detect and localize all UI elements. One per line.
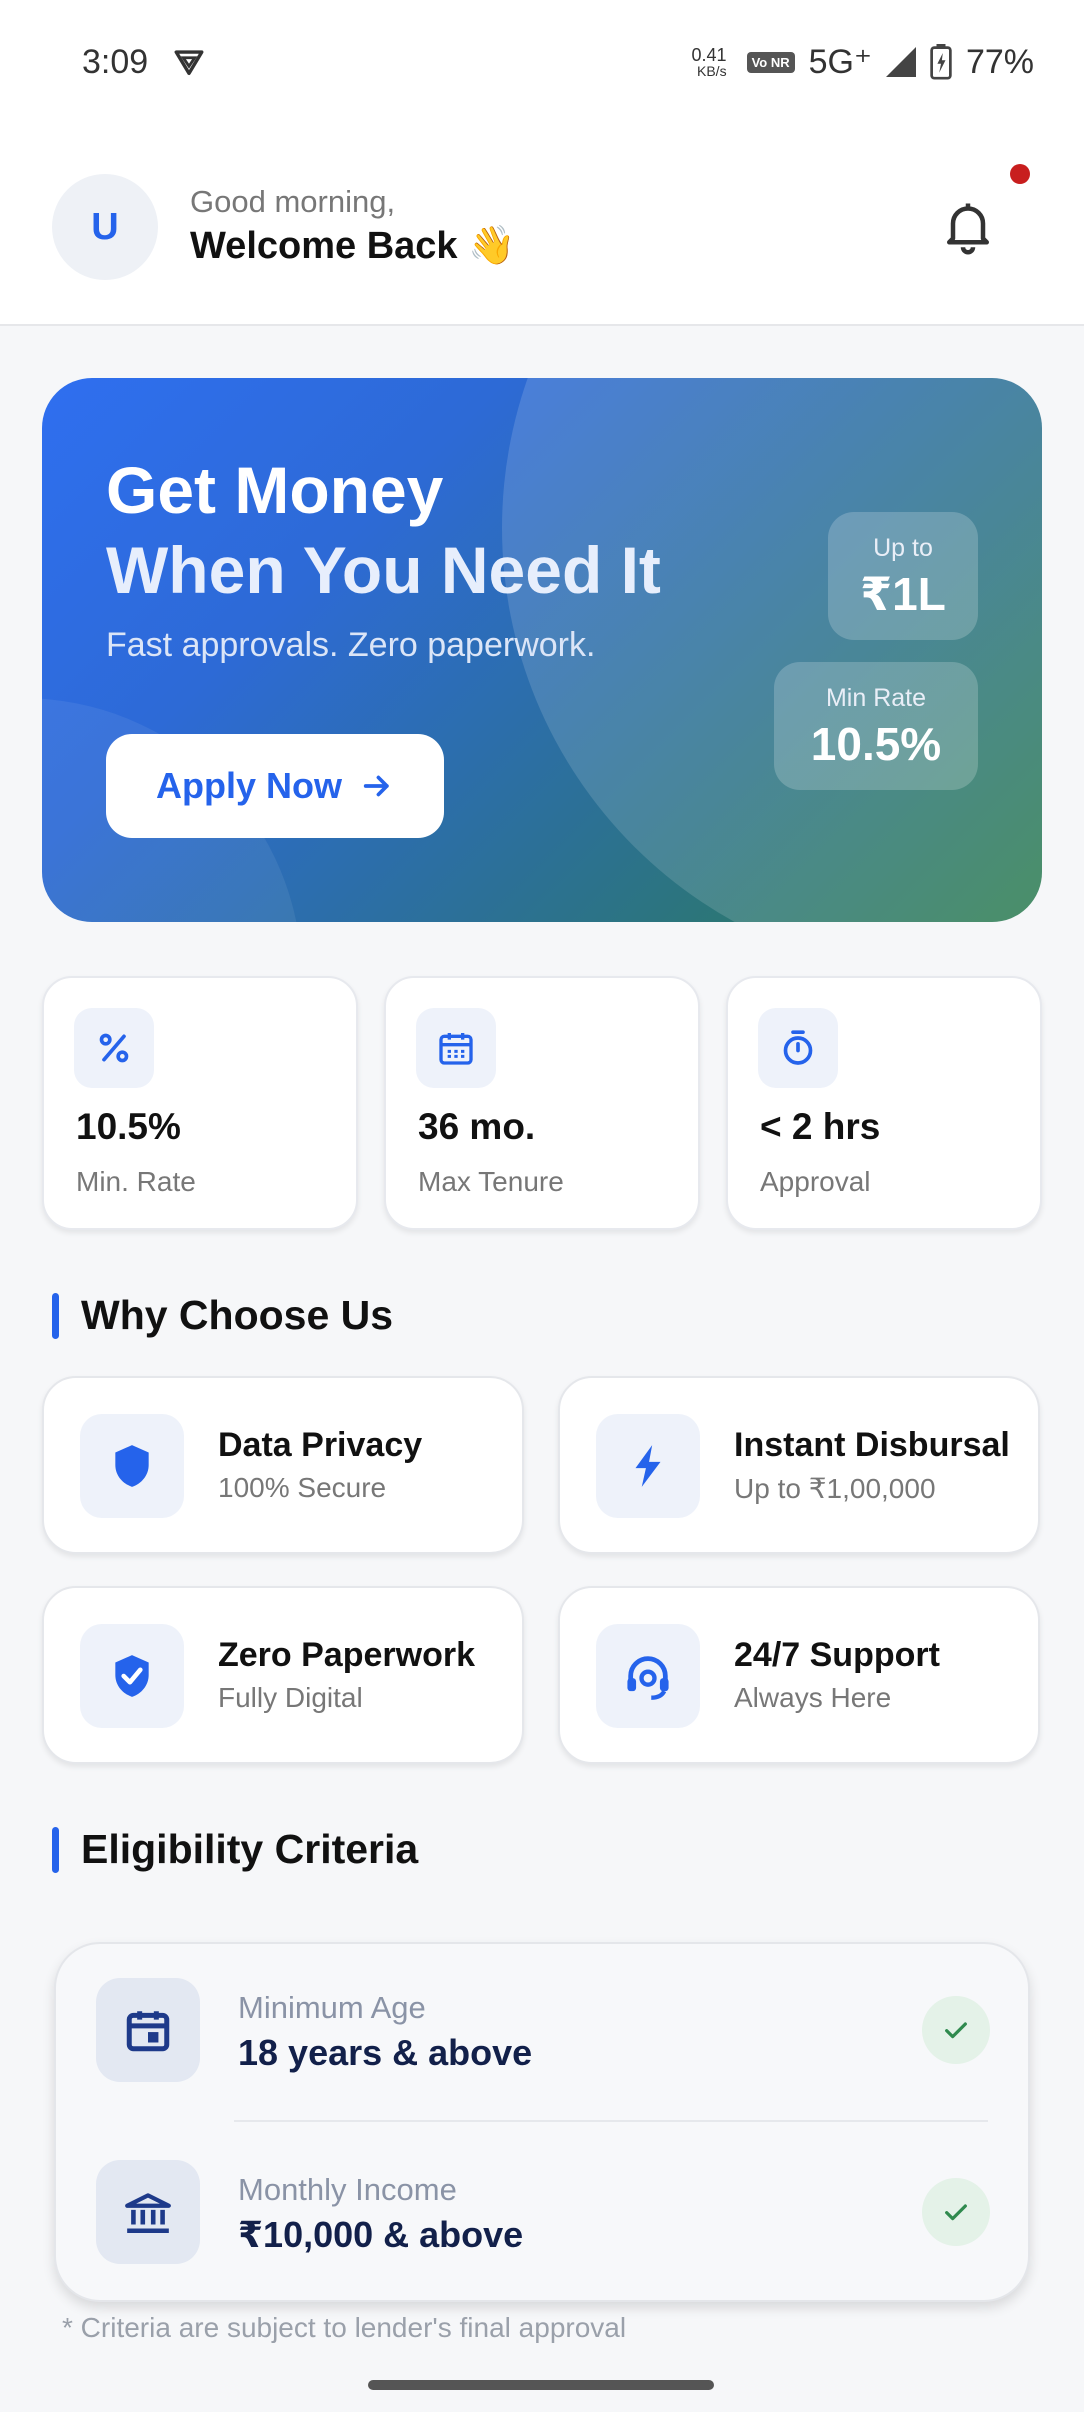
notification-dot [1010,164,1030,184]
battery-icon [930,44,952,80]
upto-value: ₹1L [860,568,946,620]
vonr-badge: Vo NR [746,51,795,73]
hero-banner: Get Money When You Need It Fast approval… [42,378,1042,922]
upto-pill: Up to ₹1L [828,512,978,640]
lightning-icon [596,1414,700,1518]
timer-icon [758,1008,838,1088]
percent-icon [74,1008,154,1088]
greeting-text: Good morning, [190,184,396,219]
stat-card-tenure: 36 mo. Max Tenure [384,976,700,1230]
welcome-title: Welcome Back 👋 [190,225,516,267]
app-header: U Good morning, Welcome Back 👋 [0,124,1084,326]
calendar-icon [416,1008,496,1088]
check-icon [922,1996,990,2064]
stat-label: Min. Rate [76,1166,196,1197]
stat-label: Max Tenure [418,1166,564,1197]
eligibility-card: Minimum Age 18 years & above Monthly Inc… [54,1942,1030,2302]
section-title-eligibility: Eligibility Criteria [52,1826,418,1873]
avatar[interactable]: U [52,174,158,280]
headset-icon [596,1624,700,1728]
home-indicator[interactable] [368,2380,714,2390]
stat-label: Approval [760,1166,871,1197]
shield-icon [80,1414,184,1518]
stat-card-rate: 10.5% Min. Rate [42,976,358,1230]
eligibility-label: Minimum Age [238,1990,426,2025]
feature-title: Data Privacy [218,1426,423,1464]
status-time: 3:09 [82,42,149,81]
section-title-text: Eligibility Criteria [81,1826,419,1872]
minrate-label: Min Rate [825,684,927,712]
stat-value: 10.5% [76,1106,181,1147]
feature-card-privacy[interactable]: Data Privacy 100% Secure [42,1376,524,1554]
minrate-pill: Min Rate 10.5% [774,662,978,790]
bank-icon [96,2160,200,2264]
check-icon [922,2178,990,2246]
section-accent-bar [52,1292,59,1339]
feature-title: 24/7 Support [734,1636,940,1674]
network-type: 5G⁺ [808,43,872,81]
apply-now-button[interactable]: Apply Now [106,734,444,838]
row-divider [234,2120,988,2122]
section-accent-bar [52,1826,59,1873]
feature-subtitle: Always Here [734,1682,892,1713]
stat-value: < 2 hrs [760,1106,881,1147]
section-title-text: Why Choose Us [81,1292,394,1338]
apply-now-label: Apply Now [156,765,342,806]
calendar-icon [96,1978,200,2082]
eligibility-value: ₹10,000 & above [238,2214,524,2255]
feature-subtitle: Fully Digital [218,1682,363,1713]
eligibility-label: Monthly Income [238,2172,457,2207]
feature-title: Zero Paperwork [218,1636,475,1674]
screen: 3:09 0.41 KB/s Vo NR 5G⁺ 77% U Good morn… [0,0,1084,2412]
feature-card-paperwork[interactable]: Zero Paperwork Fully Digital [42,1586,524,1764]
hero-subtitle: Fast approvals. Zero paperwork. [106,626,596,664]
upto-label: Up to [873,534,933,562]
feature-card-disbursal[interactable]: Instant Disbursal Up to ₹1,00,000 [558,1376,1040,1554]
bell-icon[interactable] [938,196,998,256]
section-title-why: Why Choose Us [52,1292,393,1339]
eligibility-footnote: * Criteria are subject to lender's final… [62,2312,627,2343]
eligibility-value: 18 years & above [238,2032,533,2073]
feature-title: Instant Disbursal [734,1426,1010,1464]
net-speed: 0.41 KB/s [691,45,727,79]
signal-icon [885,47,916,77]
stat-card-approval: < 2 hrs Approval [726,976,1042,1230]
hero-title-line1: Get Money [106,453,444,527]
minrate-value: 10.5% [810,718,942,770]
battery-percent: 77% [965,42,1034,81]
feature-subtitle: Up to ₹1,00,000 [734,1473,936,1504]
arrow-right-icon [363,775,389,797]
hero-title-line2: When You Need It [106,533,661,607]
feature-subtitle: 100% Secure [218,1472,387,1503]
hero-title: Get Money When You Need It [106,450,661,610]
shield-check-icon [80,1624,184,1728]
status-bar: 3:09 0.41 KB/s Vo NR 5G⁺ 77% [0,0,1084,124]
stat-value: 36 mo. [418,1106,536,1147]
feature-card-support[interactable]: 24/7 Support Always Here [558,1586,1040,1764]
vpn-icon [174,50,204,76]
